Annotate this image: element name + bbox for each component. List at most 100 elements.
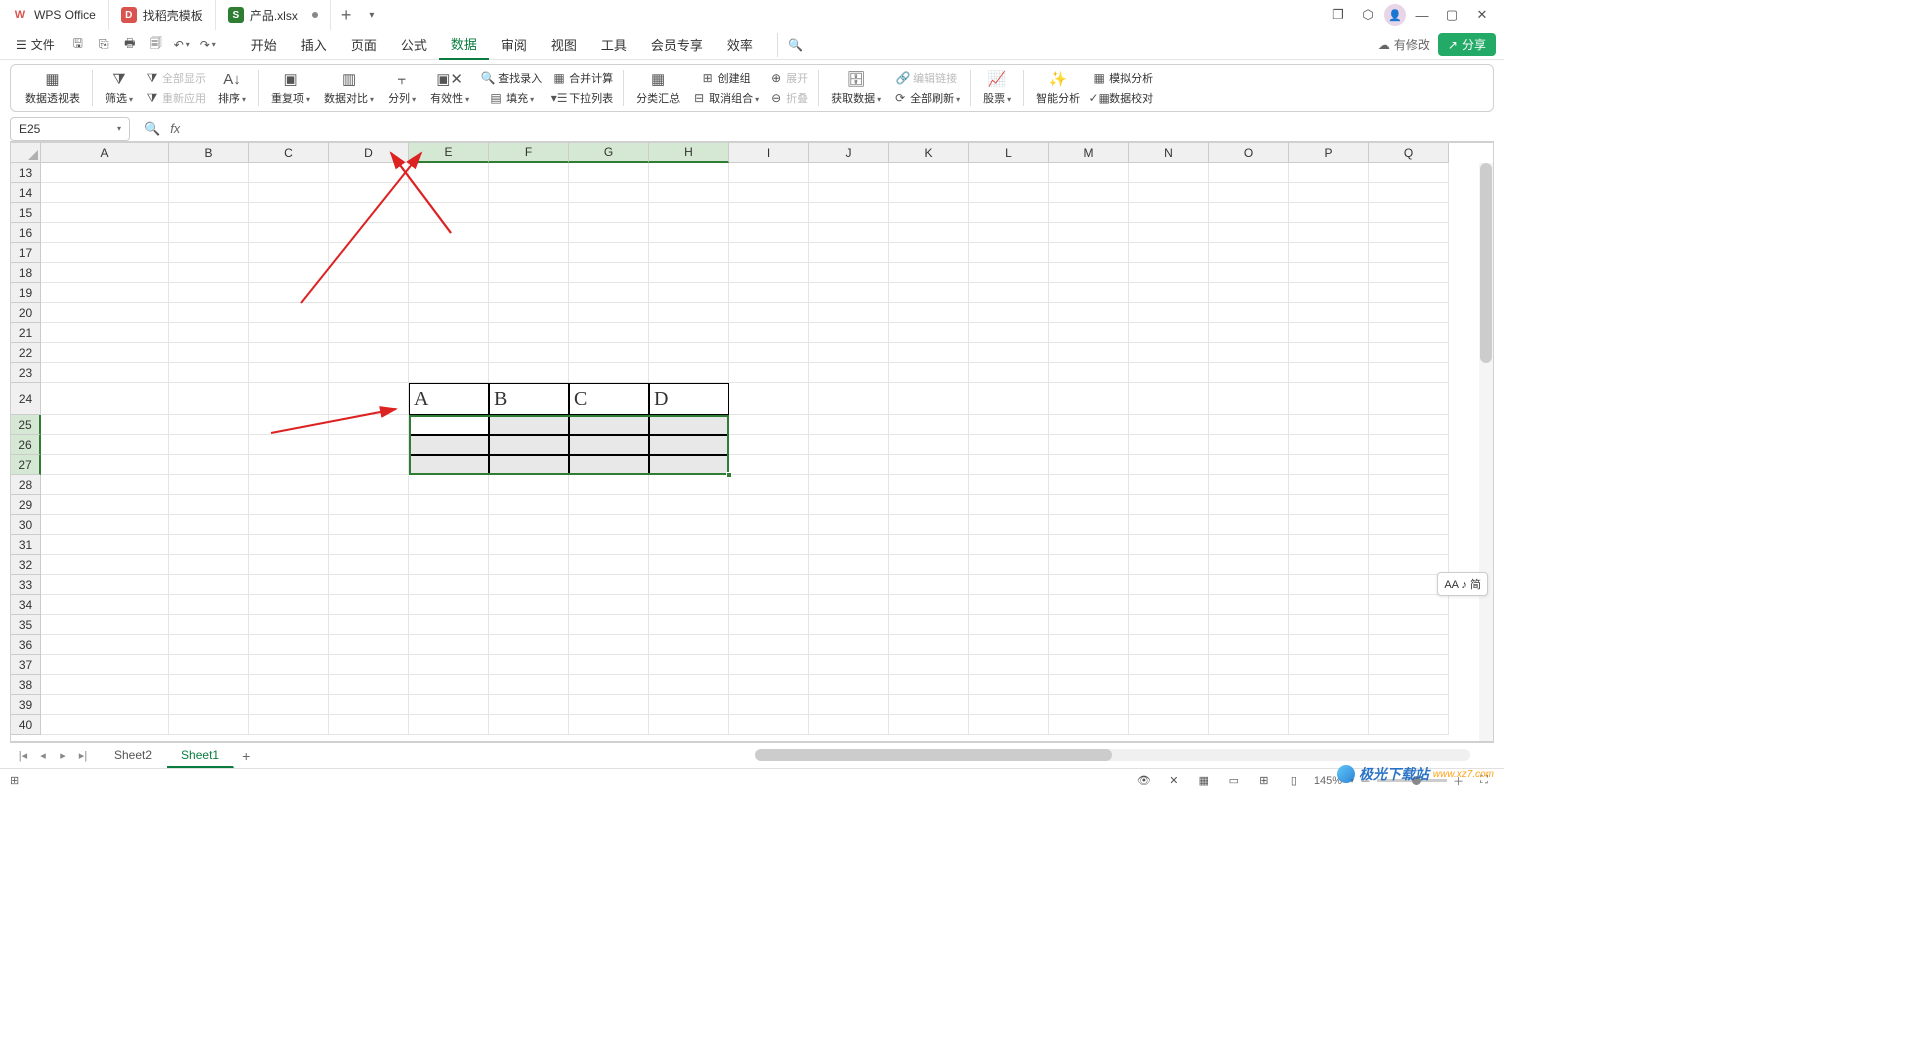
cell-D32[interactable] (329, 555, 409, 575)
row-header-22[interactable]: 22 (11, 343, 41, 363)
cell-C36[interactable] (249, 635, 329, 655)
cell-B17[interactable] (169, 243, 249, 263)
cell-O14[interactable] (1209, 183, 1289, 203)
row-header-27[interactable]: 27 (11, 455, 41, 475)
cell-J37[interactable] (809, 655, 889, 675)
cell-N26[interactable] (1129, 435, 1209, 455)
cell-P37[interactable] (1289, 655, 1369, 675)
cell-J16[interactable] (809, 223, 889, 243)
cell-K35[interactable] (889, 615, 969, 635)
simulate-button[interactable]: ▦模拟分析 (1088, 68, 1157, 88)
cell-H27[interactable] (649, 455, 729, 475)
cell-I22[interactable] (729, 343, 809, 363)
cell-N39[interactable] (1129, 695, 1209, 715)
row-header-30[interactable]: 30 (11, 515, 41, 535)
cell-O16[interactable] (1209, 223, 1289, 243)
cell-Q21[interactable] (1369, 323, 1449, 343)
cell-O33[interactable] (1209, 575, 1289, 595)
row-header-31[interactable]: 31 (11, 535, 41, 555)
cell-N19[interactable] (1129, 283, 1209, 303)
cell-G33[interactable] (569, 575, 649, 595)
cell-F19[interactable] (489, 283, 569, 303)
cell-I30[interactable] (729, 515, 809, 535)
cell-C21[interactable] (249, 323, 329, 343)
tab-wps-office[interactable]: W WPS Office (0, 0, 109, 30)
col-header-A[interactable]: A (41, 143, 169, 163)
cell-M33[interactable] (1049, 575, 1129, 595)
cell-K30[interactable] (889, 515, 969, 535)
cell-Q27[interactable] (1369, 455, 1449, 475)
cell-K13[interactable] (889, 163, 969, 183)
cell-P38[interactable] (1289, 675, 1369, 695)
cell-A22[interactable] (41, 343, 169, 363)
cell-B35[interactable] (169, 615, 249, 635)
menu-tab-视图[interactable]: 视图 (539, 30, 589, 60)
cell-Q26[interactable] (1369, 435, 1449, 455)
cell-C31[interactable] (249, 535, 329, 555)
cell-I17[interactable] (729, 243, 809, 263)
cell-D33[interactable] (329, 575, 409, 595)
sheet-prev-button[interactable]: ◂ (34, 747, 52, 765)
cell-F17[interactable] (489, 243, 569, 263)
cell-K22[interactable] (889, 343, 969, 363)
cell-M14[interactable] (1049, 183, 1129, 203)
cell-B36[interactable] (169, 635, 249, 655)
cell-I26[interactable] (729, 435, 809, 455)
cell-D20[interactable] (329, 303, 409, 323)
cell-Q35[interactable] (1369, 615, 1449, 635)
close-button[interactable]: ✕ (1468, 1, 1496, 29)
cell-E27[interactable] (409, 455, 489, 475)
duplicates-button[interactable]: ▣重复项▾ (265, 67, 316, 109)
cell-M19[interactable] (1049, 283, 1129, 303)
cell-C40[interactable] (249, 715, 329, 735)
cell-J34[interactable] (809, 595, 889, 615)
cell-M27[interactable] (1049, 455, 1129, 475)
cell-N40[interactable] (1129, 715, 1209, 735)
cell-I21[interactable] (729, 323, 809, 343)
cell-F39[interactable] (489, 695, 569, 715)
cell-N32[interactable] (1129, 555, 1209, 575)
cell-I16[interactable] (729, 223, 809, 243)
cell-J36[interactable] (809, 635, 889, 655)
cell-B31[interactable] (169, 535, 249, 555)
group-button[interactable]: ⊞创建组 (688, 68, 763, 88)
cell-J26[interactable] (809, 435, 889, 455)
col-header-M[interactable]: M (1049, 143, 1129, 163)
cell-A18[interactable] (41, 263, 169, 283)
cell-N16[interactable] (1129, 223, 1209, 243)
cell-J20[interactable] (809, 303, 889, 323)
cell-N15[interactable] (1129, 203, 1209, 223)
cell-D15[interactable] (329, 203, 409, 223)
menu-tab-公式[interactable]: 公式 (389, 30, 439, 60)
cell-I24[interactable] (729, 383, 809, 415)
cell-I19[interactable] (729, 283, 809, 303)
row-header-38[interactable]: 38 (11, 675, 41, 695)
cell-M17[interactable] (1049, 243, 1129, 263)
cell-M32[interactable] (1049, 555, 1129, 575)
cell-L36[interactable] (969, 635, 1049, 655)
cell-D36[interactable] (329, 635, 409, 655)
cell-A30[interactable] (41, 515, 169, 535)
tab-add-button[interactable]: + (331, 5, 362, 26)
cell-P35[interactable] (1289, 615, 1369, 635)
cell-N17[interactable] (1129, 243, 1209, 263)
cell-F37[interactable] (489, 655, 569, 675)
row-header-33[interactable]: 33 (11, 575, 41, 595)
cell-J13[interactable] (809, 163, 889, 183)
cell-J19[interactable] (809, 283, 889, 303)
cell-A28[interactable] (41, 475, 169, 495)
cell-P22[interactable] (1289, 343, 1369, 363)
cell-H22[interactable] (649, 343, 729, 363)
cell-C32[interactable] (249, 555, 329, 575)
cell-K39[interactable] (889, 695, 969, 715)
cell-G17[interactable] (569, 243, 649, 263)
cell-P27[interactable] (1289, 455, 1369, 475)
maximize-button[interactable]: ▢ (1438, 1, 1466, 29)
cell-P32[interactable] (1289, 555, 1369, 575)
name-box[interactable]: E25 ▾ (10, 117, 130, 141)
cell-B27[interactable] (169, 455, 249, 475)
cell-L22[interactable] (969, 343, 1049, 363)
cell-C25[interactable] (249, 415, 329, 435)
cell-F27[interactable] (489, 455, 569, 475)
cell-G21[interactable] (569, 323, 649, 343)
